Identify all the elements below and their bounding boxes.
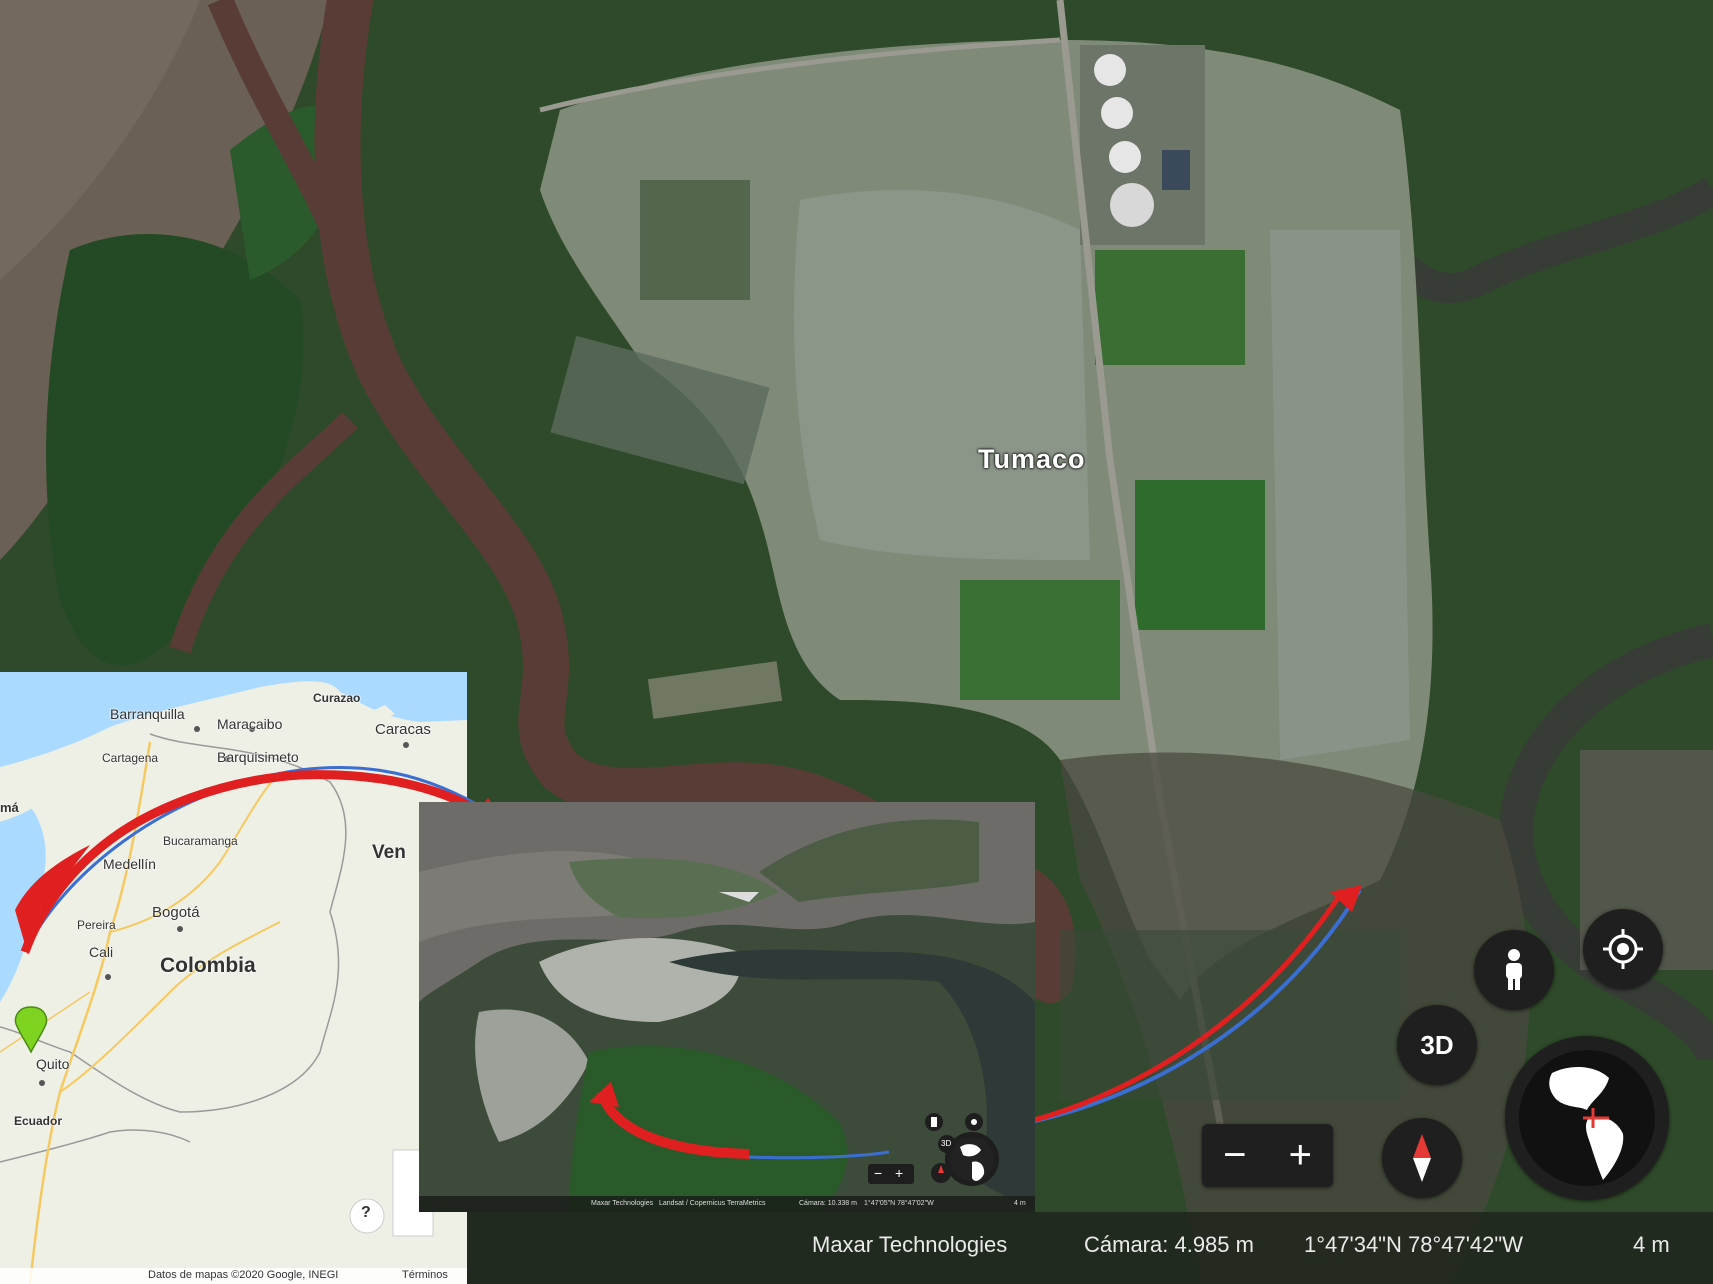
map-data-attribution: Datos de mapas ©2020 Google, INEGI — [148, 1269, 339, 1281]
zoom-in-button[interactable]: + — [1289, 1133, 1312, 1178]
pegman-button[interactable] — [1474, 930, 1554, 1010]
crosshair-icon — [1603, 929, 1643, 969]
scale-readout: 4 m — [1633, 1232, 1670, 1257]
inset-zoom-out[interactable]: − — [874, 1165, 882, 1181]
map-terms-link[interactable]: Términos — [402, 1269, 448, 1281]
my-location-button[interactable] — [1583, 909, 1663, 989]
three-d-label: 3D — [1420, 1029, 1454, 1060]
inset-satellite-graphic — [419, 802, 1035, 1212]
map-footer: Datos de mapas ©2020 Google, INEGI Térmi… — [0, 1268, 467, 1284]
inset-three-d-label[interactable]: 3D — [941, 1139, 951, 1148]
globe-icon — [1519, 1050, 1655, 1186]
compass-button[interactable] — [1382, 1118, 1462, 1198]
zoom-out-button[interactable]: − — [1223, 1133, 1246, 1178]
person-icon — [1506, 949, 1522, 990]
three-d-button[interactable]: 3D — [1397, 1005, 1477, 1085]
inset-zoom-in[interactable]: + — [895, 1165, 903, 1181]
label-caracas: Caracas — [375, 721, 431, 738]
inset-camera-altitude: Cámara: 10.338 m — [799, 1200, 857, 1207]
compass-icon — [1413, 1134, 1431, 1182]
label-quito: Quito — [36, 1056, 70, 1072]
imagery-provider: Maxar Technologies — [812, 1232, 1008, 1257]
inset-satellite-view[interactable]: 3D − + Maxar Technologies Landsat / Cope… — [419, 802, 1035, 1212]
label-maracaibo: Maracaibo — [217, 716, 283, 732]
coordinates-readout: 1°47'34"N 78°47'42"W — [1304, 1232, 1523, 1257]
inset-scale: 4 m — [1014, 1200, 1026, 1207]
inset-imagery-provider: Maxar Technologies — [591, 1200, 654, 1207]
city-label-tumaco: Tumaco — [978, 444, 1086, 474]
map-help-button[interactable]: ? — [361, 1204, 371, 1222]
inset-coordinates: 1°47'05"N 78°47'02"W — [864, 1200, 934, 1207]
label-curazao: Curazao — [313, 691, 361, 705]
label-ecuador: Ecuador — [14, 1114, 63, 1128]
zoom-control: − + — [1202, 1124, 1333, 1187]
globe-button[interactable] — [1505, 1036, 1669, 1200]
inset-imagery-sources: Landsat / Copernicus TerraMetrics — [659, 1200, 766, 1207]
label-barranquilla: Barranquilla — [110, 706, 185, 722]
camera-altitude: Cámara: 4.985 m — [1084, 1232, 1254, 1257]
